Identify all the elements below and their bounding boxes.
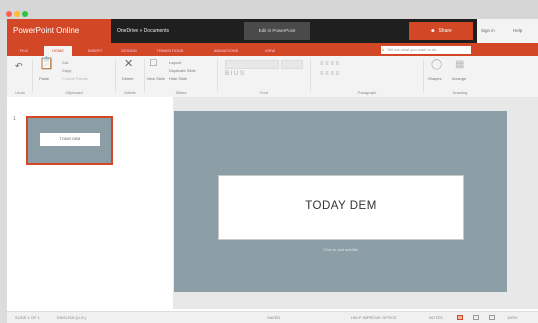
ribbon-separator: [144, 59, 145, 92]
font-size-combo[interactable]: [281, 60, 303, 69]
tell-me-search[interactable]: ● Tell me what you want to do: [381, 46, 471, 54]
save-status: SAVED: [267, 315, 281, 320]
app-name[interactable]: PowerPoint Online: [7, 19, 111, 43]
slide-canvas: TODAY DEM Click to add subtitle: [173, 97, 538, 309]
cut-button[interactable]: Cut: [62, 60, 68, 65]
delete-group: ✕ Delete Delete: [117, 56, 143, 97]
slideshow-icon[interactable]: [489, 315, 495, 320]
slide-thumbnail-pane: 1 TODAY DEM: [7, 97, 173, 309]
paste-icon[interactable]: 📋: [39, 57, 54, 69]
arrange-label[interactable]: Arrange: [452, 76, 466, 81]
top-bar: PowerPoint Online OneDrive » Documents E…: [7, 19, 538, 43]
delete-group-label: Delete: [124, 90, 136, 95]
drawing-group-label: Drawing: [452, 90, 468, 95]
edit-in-powerpoint-button[interactable]: Edit in PowerPoint: [244, 22, 310, 40]
window-close-button[interactable]: [6, 11, 12, 17]
new-slide-icon[interactable]: □: [150, 58, 157, 69]
delete-label[interactable]: Delete: [122, 76, 134, 81]
tab-view[interactable]: VIEW: [259, 46, 281, 56]
copy-button[interactable]: Copy: [62, 68, 71, 73]
sign-in-link[interactable]: Sign in: [481, 19, 495, 43]
slide-count: SLIDE 1 OF 1: [15, 315, 40, 320]
font-group: B I U S Font: [219, 56, 309, 97]
slides-group: □ New Slide Layout Duplicate Slide Hide …: [146, 56, 216, 97]
zoom-level[interactable]: 100%: [507, 315, 517, 320]
app-window: PowerPoint Online OneDrive » Documents E…: [7, 19, 538, 323]
duplicate-slide-button[interactable]: Duplicate Slide: [169, 68, 196, 73]
subtitle-placeholder[interactable]: Click to add subtitle: [174, 247, 507, 252]
paragraph-group-label: Paragraph: [357, 90, 377, 95]
document-path[interactable]: OneDrive » Documents: [117, 19, 169, 43]
account-area: Sign in Help: [477, 19, 538, 43]
new-slide-label[interactable]: New Slide: [147, 76, 165, 81]
status-bar: SLIDE 1 OF 1 ENGLISH (U.S.) SAVED HELP I…: [7, 311, 538, 323]
format-painter-button[interactable]: Format Painter: [62, 76, 88, 81]
lightbulb-icon: ●: [382, 47, 385, 52]
tab-animations[interactable]: ANIMATIONS: [204, 46, 248, 56]
notes-toggle[interactable]: NOTES: [429, 315, 443, 320]
help-link[interactable]: Help: [513, 19, 522, 43]
ribbon-separator: [310, 59, 311, 92]
slide-title: TODAY DEM: [305, 200, 377, 212]
ribbon-separator: [115, 59, 116, 92]
shapes-label[interactable]: Shapes: [428, 76, 442, 81]
drawing-group: ◯ Shapes ▦ Arrange Drawing: [425, 56, 495, 97]
tab-home[interactable]: HOME: [44, 46, 72, 56]
tab-design[interactable]: DESIGN: [115, 46, 143, 56]
font-name-combo[interactable]: [225, 60, 279, 69]
paragraph-group: ≡ ≡ ≡ ≡ ≡ ≡ ≡ ≡ Paragraph: [312, 56, 422, 97]
normal-view-icon[interactable]: [457, 315, 463, 320]
share-label: Share: [438, 28, 452, 34]
help-improve-office[interactable]: HELP IMPROVE OFFICE: [351, 315, 397, 320]
ribbon-separator: [423, 59, 424, 92]
share-button[interactable]: ☻ Share: [409, 22, 473, 40]
language[interactable]: ENGLISH (U.S.): [57, 315, 86, 320]
ribbon-separator: [32, 59, 33, 92]
tab-transitions[interactable]: TRANSITIONS: [148, 46, 192, 56]
slide[interactable]: TODAY DEM Click to add subtitle: [174, 111, 507, 292]
undo-group-label: Undo: [15, 90, 25, 95]
slides-group-label: Slides: [175, 90, 187, 95]
ribbon-tabs: FILE HOME INSERT DESIGN TRANSITIONS ANIM…: [7, 43, 538, 56]
hide-slide-button[interactable]: Hide Slide: [169, 76, 187, 81]
paste-label[interactable]: Paste: [39, 76, 49, 81]
tell-me-placeholder: Tell me what you want to do: [387, 47, 437, 52]
layout-button[interactable]: Layout: [169, 60, 181, 65]
arrange-icon[interactable]: ▦: [455, 60, 464, 70]
window-frame: [0, 0, 538, 20]
slide-number: 1: [13, 116, 16, 122]
user-icon: ☻: [430, 28, 436, 34]
window-minimize-button[interactable]: [14, 11, 20, 17]
ribbon: ↶ Undo 📋 Paste Cut Copy Format Painter C…: [7, 56, 538, 98]
reading-view-icon[interactable]: [473, 315, 479, 320]
window-zoom-button[interactable]: [22, 11, 28, 17]
clipboard-group-label: Clipboard: [65, 90, 83, 95]
align-icons[interactable]: ≡ ≡ ≡ ≡: [320, 71, 339, 77]
shapes-icon[interactable]: ◯: [431, 60, 442, 70]
clipboard-group: 📋 Paste Cut Copy Format Painter Clipboar…: [34, 56, 114, 97]
tab-file[interactable]: FILE: [15, 46, 33, 56]
ribbon-separator: [217, 59, 218, 92]
title-placeholder[interactable]: TODAY DEM: [218, 175, 464, 240]
thumbnail-title: TODAY DEM: [40, 133, 100, 146]
font-format-icons[interactable]: B I U S: [225, 71, 244, 77]
list-icons[interactable]: ≡ ≡ ≡ ≡: [320, 61, 339, 67]
undo-icon[interactable]: ↶: [15, 62, 23, 71]
font-group-label: Font: [259, 90, 268, 95]
tab-insert[interactable]: INSERT: [81, 46, 109, 56]
undo-group: ↶ Undo: [9, 56, 31, 97]
slide-thumbnail[interactable]: TODAY DEM: [26, 116, 113, 165]
delete-x-icon[interactable]: ✕: [124, 59, 133, 70]
